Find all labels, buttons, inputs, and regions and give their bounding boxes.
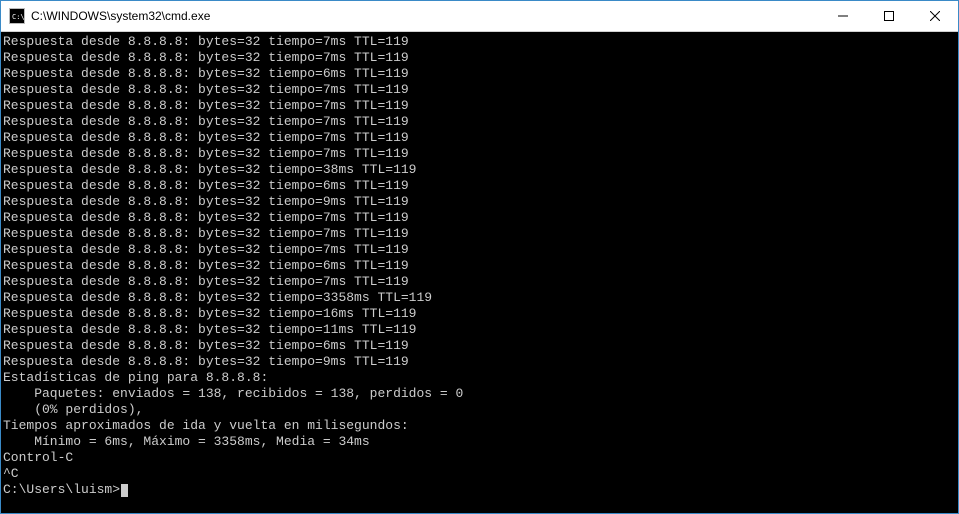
rtt-header: Tiempos aproximados de ida y vuelta en m…	[3, 418, 958, 434]
ping-reply-line: Respuesta desde 8.8.8.8: bytes=32 tiempo…	[3, 338, 958, 354]
control-c-line: Control-C	[3, 450, 958, 466]
ping-reply-line: Respuesta desde 8.8.8.8: bytes=32 tiempo…	[3, 242, 958, 258]
ping-reply-line: Respuesta desde 8.8.8.8: bytes=32 tiempo…	[3, 82, 958, 98]
ping-reply-line: Respuesta desde 8.8.8.8: bytes=32 tiempo…	[3, 162, 958, 178]
ping-reply-line: Respuesta desde 8.8.8.8: bytes=32 tiempo…	[3, 50, 958, 66]
ping-reply-line: Respuesta desde 8.8.8.8: bytes=32 tiempo…	[3, 146, 958, 162]
maximize-button[interactable]	[866, 1, 912, 31]
ping-reply-line: Respuesta desde 8.8.8.8: bytes=32 tiempo…	[3, 66, 958, 82]
prompt-text: C:\Users\luism>	[3, 482, 120, 497]
ping-reply-line: Respuesta desde 8.8.8.8: bytes=32 tiempo…	[3, 322, 958, 338]
cmd-icon: C:\	[9, 8, 25, 24]
ping-reply-line: Respuesta desde 8.8.8.8: bytes=32 tiempo…	[3, 274, 958, 290]
ping-reply-line: Respuesta desde 8.8.8.8: bytes=32 tiempo…	[3, 226, 958, 242]
lost-pct-line: (0% perdidos),	[3, 402, 958, 418]
stats-header: Estadísticas de ping para 8.8.8.8:	[3, 370, 958, 386]
minimize-button[interactable]	[820, 1, 866, 31]
ping-reply-line: Respuesta desde 8.8.8.8: bytes=32 tiempo…	[3, 210, 958, 226]
ping-reply-line: Respuesta desde 8.8.8.8: bytes=32 tiempo…	[3, 114, 958, 130]
ping-reply-line: Respuesta desde 8.8.8.8: bytes=32 tiempo…	[3, 306, 958, 322]
ping-reply-line: Respuesta desde 8.8.8.8: bytes=32 tiempo…	[3, 178, 958, 194]
ping-reply-line: Respuesta desde 8.8.8.8: bytes=32 tiempo…	[3, 290, 958, 306]
ping-reply-line: Respuesta desde 8.8.8.8: bytes=32 tiempo…	[3, 354, 958, 370]
ping-reply-line: Respuesta desde 8.8.8.8: bytes=32 tiempo…	[3, 34, 958, 50]
cmd-window: C:\ C:\WINDOWS\system32\cmd.exe Respuest…	[0, 0, 959, 514]
cursor	[121, 484, 128, 497]
caret-c-line: ^C	[3, 466, 958, 482]
ping-reply-line: Respuesta desde 8.8.8.8: bytes=32 tiempo…	[3, 130, 958, 146]
ping-reply-line: Respuesta desde 8.8.8.8: bytes=32 tiempo…	[3, 194, 958, 210]
prompt-line[interactable]: C:\Users\luism>	[3, 482, 958, 498]
ping-reply-line: Respuesta desde 8.8.8.8: bytes=32 tiempo…	[3, 258, 958, 274]
svg-text:C:\: C:\	[12, 13, 25, 21]
window-title: C:\WINDOWS\system32\cmd.exe	[31, 9, 210, 23]
close-button[interactable]	[912, 1, 958, 31]
ping-reply-line: Respuesta desde 8.8.8.8: bytes=32 tiempo…	[3, 98, 958, 114]
packets-line: Paquetes: enviados = 138, recibidos = 13…	[3, 386, 958, 402]
rtt-line: Mínimo = 6ms, Máximo = 3358ms, Media = 3…	[3, 434, 958, 450]
terminal-output[interactable]: Respuesta desde 8.8.8.8: bytes=32 tiempo…	[1, 32, 958, 513]
titlebar[interactable]: C:\ C:\WINDOWS\system32\cmd.exe	[1, 1, 958, 32]
